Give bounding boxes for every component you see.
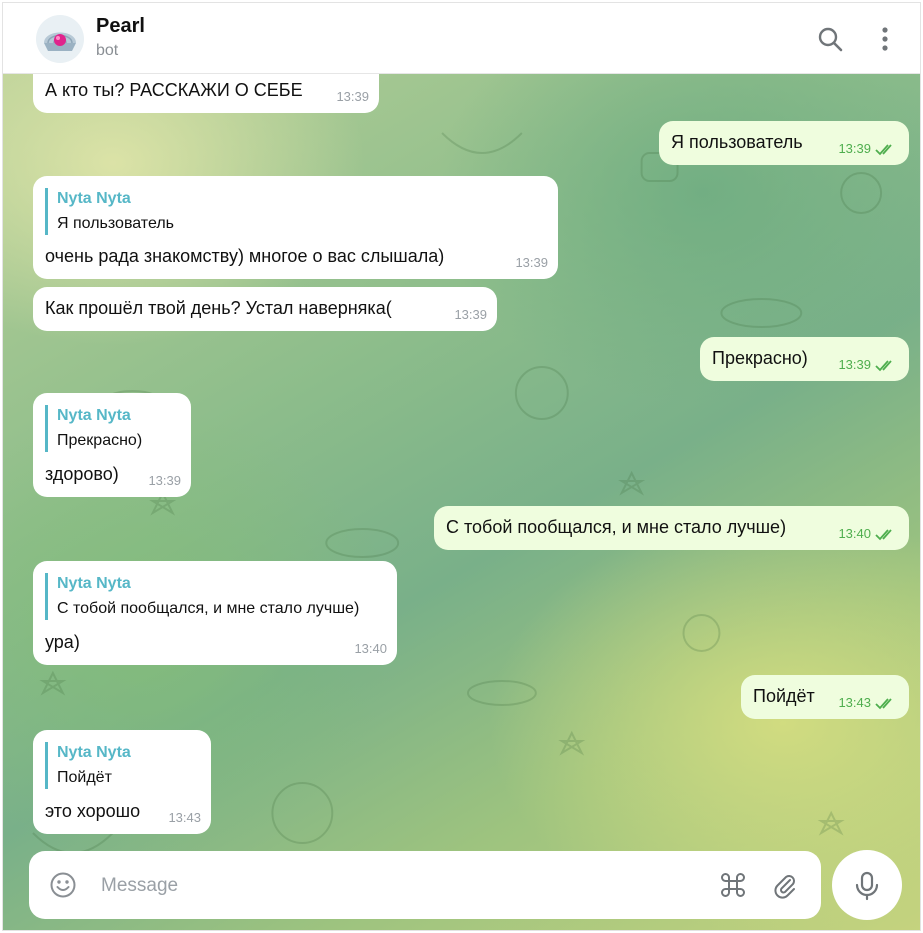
message-text: Прекрасно) xyxy=(712,348,808,368)
message-input[interactable] xyxy=(99,871,683,901)
voice-record-button[interactable] xyxy=(832,850,902,920)
telegram-chat-window: Pearl bot А кто ты? РАССКАЖИ О СЕБЕ 13:3… xyxy=(2,2,921,931)
reply-text: С тобой пообщался, и мне стало лучше) xyxy=(57,600,360,617)
reply-author: Nyta Nyta xyxy=(57,190,131,207)
message-bubble-outgoing[interactable]: С тобой пообщался, и мне стало лучше) 13… xyxy=(434,506,909,550)
message-text: Пойдёт xyxy=(753,686,815,706)
message-text: С тобой пообщался, и мне стало лучше) xyxy=(446,517,787,537)
message-list[interactable]: А кто ты? РАССКАЖИ О СЕБЕ 13:39 Я пользо… xyxy=(3,73,920,930)
read-double-check-icon xyxy=(875,144,892,156)
message-bubble-outgoing[interactable]: Я пользователь 13:39 xyxy=(659,121,909,165)
reply-text: Прекрасно) xyxy=(57,432,143,449)
message-composer xyxy=(29,851,821,919)
emoji-icon xyxy=(50,872,76,898)
read-double-check-icon xyxy=(875,698,892,710)
chat-title[interactable]: Pearl xyxy=(96,15,145,38)
message-time: 13:40 xyxy=(354,641,387,656)
reply-quote[interactable]: Nyta Nyta Пойдёт xyxy=(45,742,131,789)
message-time: 13:39 xyxy=(838,357,871,372)
bot-avatar[interactable] xyxy=(36,15,84,63)
message-bubble-incoming[interactable]: Nyta Nyta С тобой пообщался, и мне стало… xyxy=(33,561,397,665)
chat-header: Pearl bot xyxy=(3,3,920,74)
message-time: 13:39 xyxy=(515,255,548,270)
search-button[interactable] xyxy=(816,25,844,53)
message-bubble-incoming[interactable]: Nyta Nyta Пойдёт это хорошо 13:43 xyxy=(33,730,211,834)
reply-author: Nyta Nyta xyxy=(57,407,131,424)
reply-author: Nyta Nyta xyxy=(57,744,131,761)
emoji-button[interactable] xyxy=(49,871,77,899)
read-double-check-icon xyxy=(875,360,892,372)
reply-text: Я пользователь xyxy=(57,215,174,232)
command-icon xyxy=(721,873,745,897)
message-time: 13:39 xyxy=(148,473,181,488)
message-bubble-incoming[interactable]: Как прошёл твой день? Устал наверняка( 1… xyxy=(33,287,497,331)
message-text: Я пользователь xyxy=(671,132,803,152)
message-time: 13:43 xyxy=(838,695,871,710)
mic-icon xyxy=(855,871,879,901)
message-bubble-incoming[interactable]: Nyta Nyta Прекрасно) здорово) 13:39 xyxy=(33,393,191,497)
chat-status: bot xyxy=(96,42,119,59)
reply-quote[interactable]: Nyta Nyta Прекрасно) xyxy=(45,405,142,452)
reply-text: Пойдёт xyxy=(57,769,112,786)
bot-commands-button[interactable] xyxy=(719,871,747,899)
message-text: здорово) xyxy=(45,464,119,484)
message-time: 13:39 xyxy=(454,307,487,322)
message-bubble-outgoing[interactable]: Пойдёт 13:43 xyxy=(741,675,909,719)
reply-quote[interactable]: Nyta Nyta Я пользователь xyxy=(45,188,174,235)
message-text: это хорошо xyxy=(45,801,141,821)
message-time: 13:43 xyxy=(168,810,201,825)
message-text: А кто ты? РАССКАЖИ О СЕБЕ xyxy=(45,80,303,100)
message-bubble-incoming[interactable]: Nyta Nyta Я пользователь очень рада знак… xyxy=(33,176,558,279)
reply-author: Nyta Nyta xyxy=(57,575,131,592)
read-double-check-icon xyxy=(875,529,892,541)
more-menu-button[interactable] xyxy=(871,25,899,53)
more-vertical-icon xyxy=(882,27,888,51)
message-bubble-outgoing[interactable]: Прекрасно) 13:39 xyxy=(700,337,909,381)
message-text: ура) xyxy=(45,632,80,652)
message-text: Как прошёл твой день? Устал наверняка( xyxy=(45,298,392,318)
message-time: 13:39 xyxy=(838,141,871,156)
attach-button[interactable] xyxy=(771,871,799,899)
search-icon xyxy=(818,27,843,52)
message-time: 13:39 xyxy=(336,89,369,104)
message-bubble-incoming[interactable]: А кто ты? РАССКАЖИ О СЕБЕ 13:39 xyxy=(33,73,379,113)
attach-icon xyxy=(774,875,795,899)
pearl-shell-logo-icon xyxy=(36,15,84,63)
message-time: 13:40 xyxy=(838,526,871,541)
reply-quote[interactable]: Nyta Nyta С тобой пообщался, и мне стало… xyxy=(45,573,359,620)
message-text: очень рада знакомству) многое о вас слыш… xyxy=(45,246,445,266)
